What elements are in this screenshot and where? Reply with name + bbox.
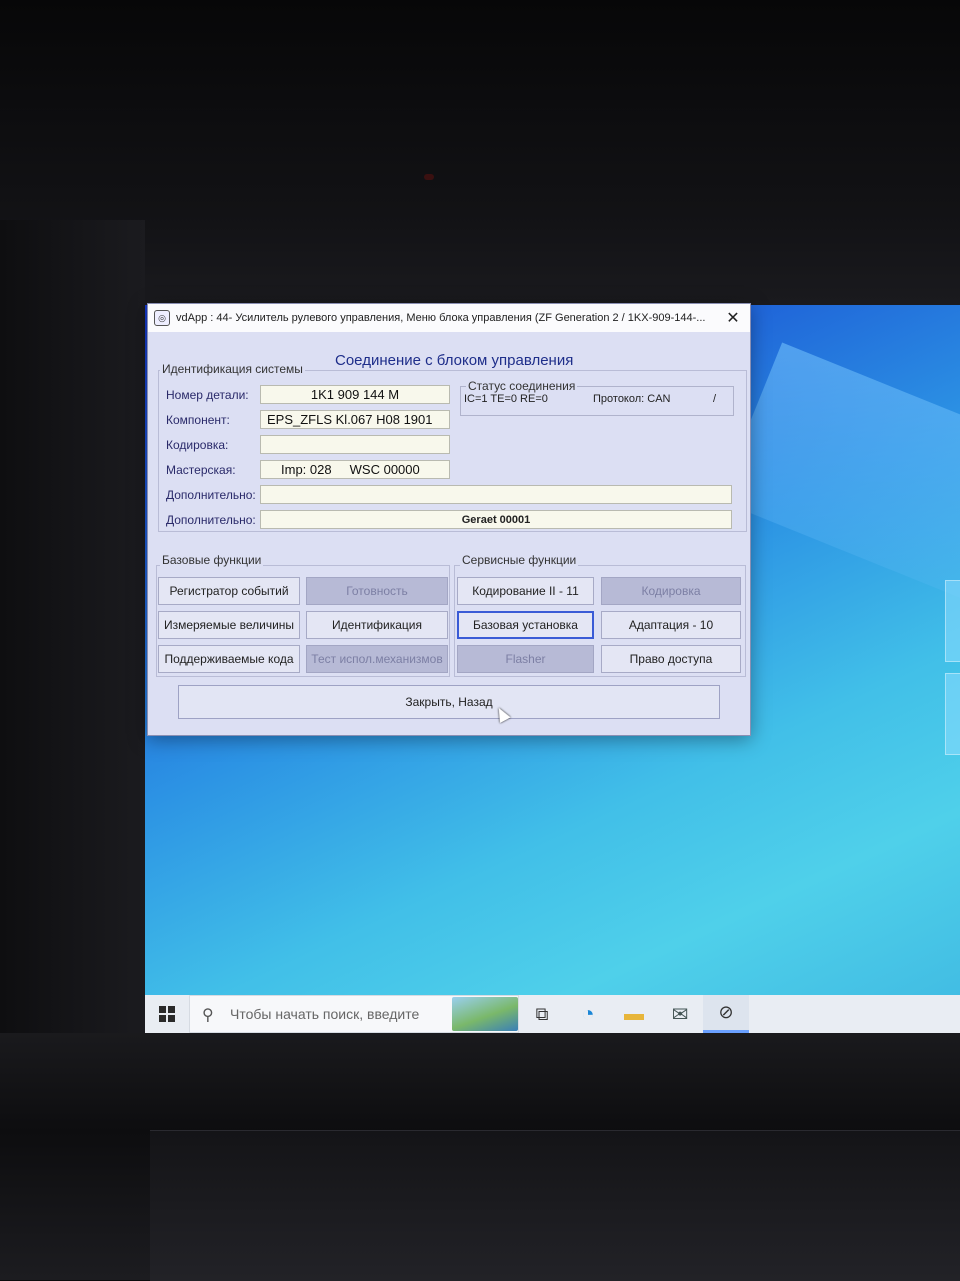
part-number-field: 1K1 909 144 M [260,385,450,404]
windows-start-icon[interactable] [145,995,189,1033]
keyboard-edge [150,1130,960,1281]
coding-button[interactable]: Кодировка [601,577,741,605]
search-placeholder: Чтобы начать поиск, введите [230,1006,420,1022]
flasher-button[interactable]: Flasher [457,645,594,673]
basic-functions-label: Базовые функции [160,553,264,567]
close-back-button[interactable]: Закрыть, Назад [178,685,720,719]
workshop-field: Imp: 028 WSC 00000 [260,460,450,479]
laptop-bezel-left [0,220,145,1100]
component-label: Компонент: [166,413,230,427]
coding-label: Кодировка: [166,438,229,452]
connection-counters: IC=1 TE=0 RE=0 [464,393,548,405]
mail-icon[interactable]: ✉ [657,995,703,1033]
additional-field-2: Geraet 00001 [260,510,732,529]
search-icon: ⚲ [202,1007,214,1024]
file-explorer-icon[interactable]: ▬ [611,995,657,1033]
adaptation-button[interactable]: Адаптация - 10 [601,611,741,639]
search-highlight-image [452,997,518,1031]
additional-label-2: Дополнительно: [166,513,256,527]
basic-settings-button[interactable]: Базовая установка [457,611,594,639]
protocol-text: Протокол: CAN [593,393,671,405]
page-title: Соединение с блоком управления [335,352,574,369]
app-icon: ◎ [154,310,170,326]
actuator-test-button[interactable]: Тест испол.механизмов [306,645,448,673]
readiness-button[interactable]: Готовность [306,577,448,605]
connection-status-label: Статус соединения [466,379,578,393]
additional-field-1 [260,485,732,504]
coding-ii-button[interactable]: Кодирование II - 11 [457,577,594,605]
access-rights-button[interactable]: Право доступа [601,645,741,673]
window-title: vdApp : 44- Усилитель рулевого управлени… [176,312,706,324]
close-icon[interactable]: ✕ [722,307,744,329]
edge-icon[interactable]: ◔ [565,995,611,1033]
taskbar-search-box[interactable]: ⚲ Чтобы начать поиск, введите [189,995,519,1033]
part-number-label: Номер детали: [166,388,249,402]
webcam-light [424,174,434,180]
wallpaper-tile [945,580,960,662]
workshop-label: Мастерская: [166,463,236,477]
additional-label-1: Дополнительно: [166,488,256,502]
event-log-button[interactable]: Регистратор событий [158,577,300,605]
identification-button[interactable]: Идентификация [306,611,448,639]
wallpaper-light-beam [718,342,960,658]
protocol-slash: / [713,393,717,405]
task-view-icon[interactable]: ⧉ [519,995,565,1033]
vdapp-icon[interactable]: ⊘ [703,995,749,1033]
coding-field [260,435,450,454]
service-functions-label: Сервисные функции [460,553,579,567]
taskbar: ⚲ Чтобы начать поиск, введите ⧉ ◔ ▬ ✉ ⊘ [145,995,960,1033]
window-body: Соединение с блоком управления Идентифик… [148,332,750,735]
window-titlebar[interactable]: ◎ vdApp : 44- Усилитель рулевого управле… [148,304,750,332]
component-field: EPS_ZFLS Kl.067 H08 1901 [260,410,450,429]
identification-group-label: Идентификация системы [160,362,305,376]
supported-codes-button[interactable]: Поддерживаемые кода [158,645,300,673]
vdapp-window: ◎ vdApp : 44- Усилитель рулевого управле… [147,303,751,736]
wallpaper-tile [945,673,960,755]
measured-values-button[interactable]: Измеряемые величины [158,611,300,639]
